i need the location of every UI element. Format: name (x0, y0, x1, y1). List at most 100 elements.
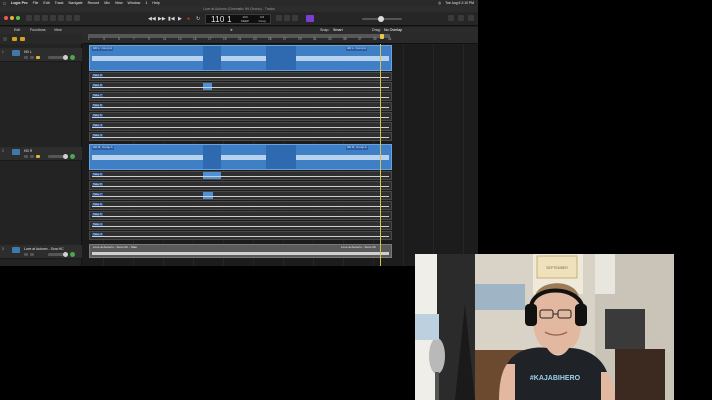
global-tracks-button[interactable] (12, 37, 17, 41)
editors-button[interactable] (74, 15, 80, 21)
fader-knob[interactable] (63, 252, 68, 257)
region-label: HD L: Comp A (92, 46, 114, 51)
take-lane[interactable]: Take 9 (89, 72, 392, 81)
cycle-icon[interactable]: ↻ (196, 15, 200, 23)
track-name[interactable]: HD L (24, 50, 32, 54)
take-lane[interactable]: Take 4 (89, 221, 392, 230)
solo-button[interactable] (30, 253, 34, 256)
menu-edit[interactable]: Edit (43, 1, 49, 5)
solo-button[interactable] (30, 155, 34, 158)
take-lane[interactable]: Take 8 (89, 181, 392, 190)
track-header-love-at-autumn[interactable]: 3 Love at Autumn - Sora HC (0, 245, 82, 259)
take-lane[interactable]: Take 7 (89, 191, 392, 200)
mixer-button[interactable] (66, 15, 72, 21)
take-lane[interactable]: Take 3 (89, 231, 392, 240)
track-name[interactable]: Love at Autumn - Sora HC (24, 247, 64, 251)
drag-label: Drag: (372, 28, 381, 32)
menu-1[interactable]: 1 (145, 1, 147, 5)
tuner-button[interactable] (292, 15, 298, 21)
take-lane[interactable]: Take 5 (89, 112, 392, 121)
list-editors-button[interactable] (448, 15, 454, 21)
menu-file[interactable]: File (33, 1, 39, 5)
take-lane[interactable]: Take 5 (89, 211, 392, 220)
volume-fader[interactable] (48, 154, 68, 159)
comp-region-hd-r[interactable]: HD R: Comp A HD R: Comp A (89, 144, 392, 170)
drag-select[interactable]: No Overlap (384, 27, 402, 34)
minimize-window-button[interactable] (10, 16, 14, 20)
rewind-icon[interactable]: ◀◀ (148, 15, 156, 23)
plugin-icon[interactable] (306, 15, 314, 22)
smart-controls-button[interactable] (58, 15, 64, 21)
mute-button[interactable] (24, 56, 28, 59)
menu-window[interactable]: Window (128, 1, 141, 5)
pan-knob[interactable] (70, 154, 75, 159)
metronome-button[interactable] (276, 15, 282, 21)
comp-region-hd-l[interactable]: HD L: Comp A HD L: Comp A (89, 45, 392, 71)
fader-knob[interactable] (63, 154, 68, 159)
browsers-button[interactable] (468, 15, 474, 21)
volume-fader[interactable] (48, 252, 68, 257)
menu-clock[interactable]: Tue Aug 6 2:10 PM (445, 1, 474, 5)
menu-help[interactable]: Help (152, 1, 159, 5)
take-folder-button[interactable] (36, 155, 40, 158)
ruler-tick: 1 (88, 37, 90, 41)
record-icon[interactable]: ● (187, 15, 190, 23)
inspector-button[interactable] (34, 15, 40, 21)
notes-button[interactable] (458, 15, 464, 21)
grid-line (403, 44, 404, 266)
menu-mix[interactable]: Mix (104, 1, 110, 5)
view-menu[interactable]: View (54, 27, 62, 34)
solo-button[interactable] (30, 56, 34, 59)
ruler-tick: 23 (253, 37, 257, 41)
take-lane[interactable]: Take 3 (89, 132, 392, 141)
take-lane[interactable]: Take 4 (89, 122, 392, 131)
volume-fader[interactable] (48, 55, 68, 60)
audio-track-icon (12, 50, 20, 56)
apple-icon[interactable]:  (3, 1, 6, 6)
track-name[interactable]: HD R (24, 149, 32, 153)
menu-track[interactable]: Track (55, 1, 64, 5)
pan-knob[interactable] (70, 252, 75, 257)
mute-button[interactable] (24, 253, 28, 256)
library-button[interactable] (26, 15, 32, 21)
volume-knob[interactable] (378, 16, 384, 22)
take-lane[interactable]: Take 7 (89, 92, 392, 101)
lcd-display[interactable]: 110 1 100 KEEP 4/4 Cmaj (205, 14, 271, 24)
audio-region-love-at-autumn[interactable]: Love at Autumn - Sora HC - Take Love at … (89, 244, 392, 258)
timeline-ruler[interactable]: 1 3 5 7 9 11 13 15 17 19 21 23 25 27 29 … (82, 34, 478, 44)
toolbar-button[interactable] (50, 15, 56, 21)
take-lane[interactable]: Take 6 (89, 201, 392, 210)
fader-knob[interactable] (63, 55, 68, 60)
take-lane[interactable]: Take 6 (89, 102, 392, 111)
zoom-window-button[interactable] (16, 16, 20, 20)
comp-highlight (203, 46, 221, 70)
quick-help-button[interactable] (42, 15, 48, 21)
snap-select[interactable]: Smart (333, 27, 343, 34)
add-track-button[interactable] (3, 37, 7, 41)
menu-navigate[interactable]: Navigate (68, 1, 82, 5)
pointer-tool-icon[interactable]: ➤ (230, 27, 233, 34)
take-lane[interactable]: Take 8 (89, 82, 392, 91)
functions-menu[interactable]: Functions (30, 27, 46, 34)
track-header-hd-l[interactable]: 1 HD L (0, 48, 82, 62)
close-window-button[interactable] (4, 16, 8, 20)
play-icon[interactable]: ▶ (178, 15, 182, 23)
take-folder-button[interactable] (36, 56, 40, 59)
playhead[interactable] (380, 44, 381, 266)
go-to-start-icon[interactable]: ▮◀ (168, 15, 175, 23)
menu-app-name[interactable]: Logic Pro (11, 1, 28, 5)
edit-menu[interactable]: Edit (14, 27, 20, 34)
pan-knob[interactable] (70, 55, 75, 60)
take-lane[interactable]: Take 9 (89, 171, 392, 180)
master-volume-slider[interactable] (362, 16, 402, 22)
playhead-handle[interactable] (380, 34, 384, 39)
mute-button[interactable] (24, 155, 28, 158)
wifi-icon[interactable]: ◎ (438, 1, 441, 5)
catch-button[interactable] (20, 37, 25, 41)
menu-view[interactable]: View (115, 1, 123, 5)
tracks-area[interactable]: HD L: Comp A HD L: Comp A Take 9 Take 8 … (82, 44, 478, 266)
forward-icon[interactable]: ▶▶ (158, 15, 166, 23)
menu-record[interactable]: Record (88, 1, 100, 5)
count-in-button[interactable] (284, 15, 290, 21)
track-header-hd-r[interactable]: 2 HD R (0, 147, 82, 161)
